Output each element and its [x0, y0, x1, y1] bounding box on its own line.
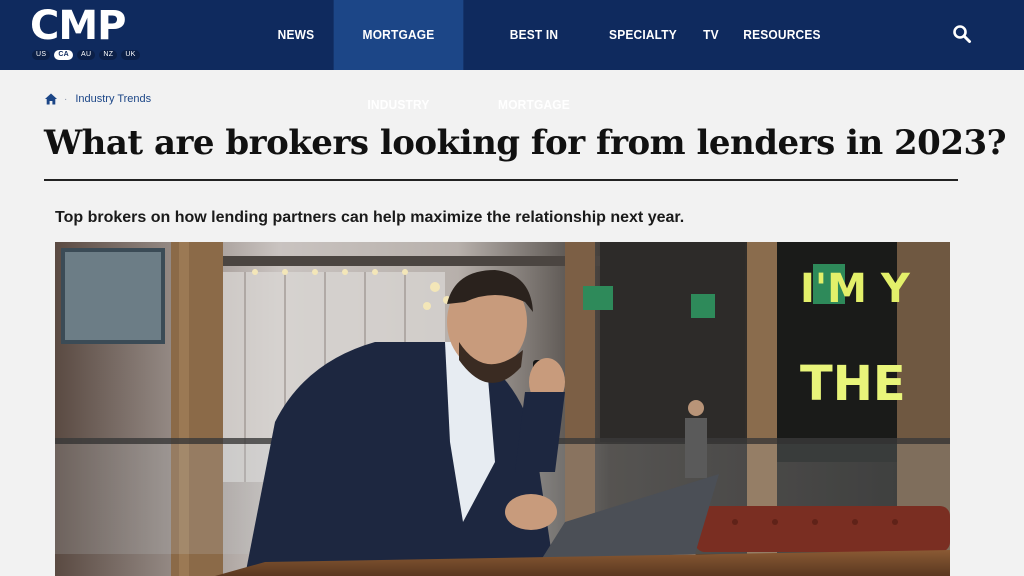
nav-item-resources[interactable]: RESOURCES	[743, 0, 820, 70]
breadcrumb-separator: ·	[64, 93, 68, 105]
region-au[interactable]: AU	[77, 50, 96, 60]
region-nz[interactable]: NZ	[99, 50, 118, 60]
search-icon[interactable]	[952, 24, 972, 44]
neon-sign-bottom: THE	[800, 356, 906, 412]
article-subtitle: Top brokers on how lending partners can …	[55, 209, 685, 226]
nav-item-news[interactable]: NEWS	[268, 0, 323, 70]
breadcrumb-industry-trends[interactable]: Industry Trends	[75, 93, 151, 105]
nav-item-tv[interactable]: TV	[695, 0, 726, 70]
logo-wordmark: CMP	[30, 3, 126, 49]
nav-item-specialty[interactable]: SPECIALTY	[607, 0, 679, 70]
nav-item-best-in-mortgage[interactable]: BEST IN MORTGAGE	[479, 0, 589, 112]
region-us[interactable]: US	[32, 50, 51, 60]
region-ca[interactable]: CA	[54, 50, 74, 60]
nav-item-mortgage-industry[interactable]: MORTGAGE INDUSTRY	[333, 0, 464, 112]
article-title: What are brokers looking for from lender…	[44, 123, 1007, 163]
neon-sign-top: I'M Y	[800, 266, 911, 312]
home-icon[interactable]	[44, 92, 58, 106]
title-divider	[44, 179, 958, 181]
cmp-logo[interactable]: CMP US CA AU NZ UK	[30, 4, 150, 64]
region-uk[interactable]: UK	[121, 50, 140, 60]
breadcrumb: · Industry Trends	[44, 91, 151, 107]
top-navigation-bar: CMP US CA AU NZ UK NEWS MORTGAGE INDUSTR…	[0, 0, 1024, 112]
region-selector: US CA AU NZ UK	[32, 50, 140, 60]
hero-image: I'M Y THE	[55, 242, 950, 576]
